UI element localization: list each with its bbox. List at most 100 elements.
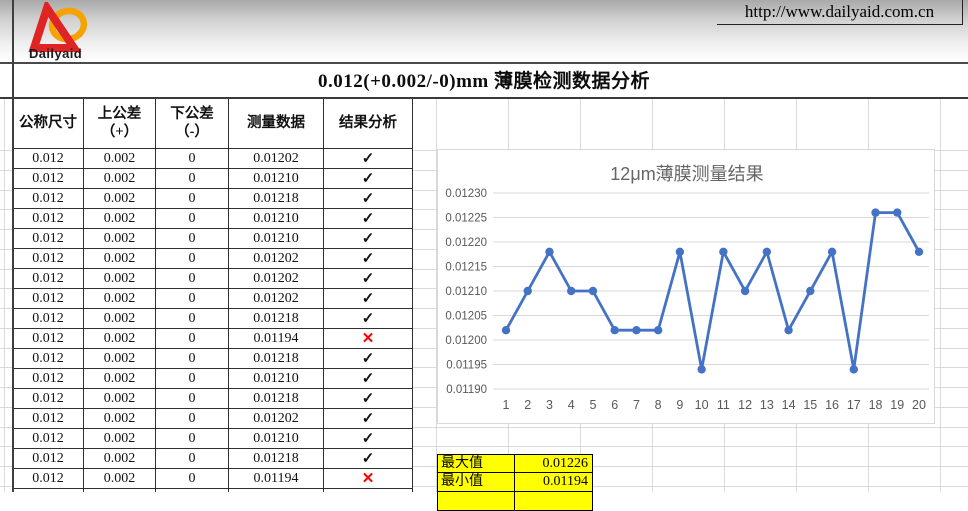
data-point-marker — [654, 326, 662, 334]
data-point-marker — [850, 365, 858, 373]
table-cell: 0 — [156, 449, 229, 469]
x-axis-tick: 19 — [890, 398, 904, 412]
data-point-marker — [741, 287, 749, 295]
result-cell: ✓ — [324, 189, 413, 209]
table-cell: 0.012 — [13, 169, 84, 189]
gridline — [412, 446, 968, 447]
table-row: 0.0120.00200.01210✓ — [13, 229, 413, 249]
gridline — [0, 466, 12, 467]
table-row: 0.0120.00200.01210✓ — [13, 169, 413, 189]
table-cell: 0.012 — [13, 349, 84, 369]
y-axis-tick: 0.01220 — [445, 237, 487, 249]
gridline — [0, 209, 12, 210]
result-cell: ✓ — [324, 369, 413, 389]
gridline — [0, 249, 12, 250]
header-band: Dailyaid http://www.dailyaid.com.cn — [0, 0, 968, 64]
x-axis-tick: 1 — [503, 398, 510, 412]
table-cell: 0.002 — [84, 409, 156, 429]
gridline — [0, 190, 12, 191]
table-cell — [229, 489, 324, 493]
stat-label: 最大值 — [437, 454, 514, 473]
table-cell: 0.002 — [84, 389, 156, 409]
table-cell: 0.012 — [13, 269, 84, 289]
table-cell: 0.01210 — [229, 229, 324, 249]
table-cell: 0.01202 — [229, 409, 324, 429]
x-axis-tick: 13 — [760, 398, 774, 412]
gridline — [0, 486, 12, 487]
table-row: 0.0120.00200.01202✓ — [13, 409, 413, 429]
table-cell: 0.01202 — [229, 249, 324, 269]
table-cell: 0 — [156, 469, 229, 489]
x-axis-tick: 9 — [676, 398, 683, 412]
table-cell: 0.01218 — [229, 349, 324, 369]
measurement-table-container: 公称尺寸上公差（+）下公差（-）测量数据结果分析 0.0120.00200.01… — [12, 97, 414, 492]
x-axis-tick: 8 — [655, 398, 662, 412]
table-row: 0.0120.00200.01210✓ — [13, 429, 413, 449]
table-row — [13, 489, 413, 493]
gridline — [0, 328, 12, 329]
x-axis-tick: 15 — [803, 398, 817, 412]
table-cell: 0 — [156, 349, 229, 369]
chart-title: 12μm薄膜测量结果 — [438, 160, 936, 186]
table-cell: 0 — [156, 369, 229, 389]
table-cell: 0.012 — [13, 149, 84, 169]
result-cell: ✓ — [324, 409, 413, 429]
table-cell: 0 — [156, 309, 229, 329]
table-cell: 0.01210 — [229, 369, 324, 389]
stat-label — [437, 492, 514, 511]
table-row: 0.0120.00200.01218✓ — [13, 389, 413, 409]
spreadsheet-screenshot: { "page": { "url": "http://www.dailyaid.… — [0, 0, 968, 492]
table-cell: 0.002 — [84, 229, 156, 249]
table-cell: 0.012 — [13, 189, 84, 209]
y-axis-tick: 0.01195 — [446, 360, 487, 372]
x-axis-tick: 10 — [695, 398, 709, 412]
table-cell: 0.002 — [84, 169, 156, 189]
stat-row: 最小值0.01194 — [437, 473, 593, 492]
table-cell: 0.012 — [13, 409, 84, 429]
table-row: 0.0120.00200.01202✓ — [13, 289, 413, 309]
stat-row: 最大值0.01226 — [437, 454, 593, 473]
table-row: 0.0120.00200.01218✓ — [13, 189, 413, 209]
table-row: 0.0120.00200.01202✓ — [13, 269, 413, 289]
table-cell: 0.002 — [84, 149, 156, 169]
website-url[interactable]: http://www.dailyaid.com.cn — [717, 0, 963, 25]
column-header: 测量数据 — [229, 98, 324, 149]
y-axis-tick: 0.01230 — [445, 188, 487, 200]
table-cell: 0.002 — [84, 269, 156, 289]
data-point-marker — [915, 248, 923, 256]
stats-block: 最大值0.01226最小值0.01194 — [437, 454, 593, 511]
data-point-marker — [524, 287, 532, 295]
data-point-marker — [676, 248, 684, 256]
table-cell: 0.012 — [13, 449, 84, 469]
table-row: 0.0120.00200.01194✕ — [13, 469, 413, 489]
x-axis-tick: 7 — [633, 398, 640, 412]
y-axis-tick: 0.01205 — [445, 311, 487, 323]
table-cell: 0.002 — [84, 429, 156, 449]
table-cell: 0.01218 — [229, 449, 324, 469]
y-axis-tick: 0.01200 — [445, 335, 487, 347]
data-point-marker — [502, 326, 510, 334]
data-point-marker — [545, 248, 553, 256]
measurement-table-body: 0.0120.00200.01202✓0.0120.00200.01210✓0.… — [13, 149, 413, 493]
x-axis-tick: 3 — [546, 398, 553, 412]
gridline — [0, 229, 12, 230]
table-cell: 0 — [156, 209, 229, 229]
table-cell: 0 — [156, 389, 229, 409]
data-point-marker — [567, 287, 575, 295]
x-axis-tick: 11 — [717, 398, 730, 412]
gridline — [0, 170, 12, 171]
table-cell: 0 — [156, 329, 229, 349]
stat-label: 最小值 — [437, 473, 514, 492]
result-cell — [324, 489, 413, 493]
data-point-marker — [828, 248, 836, 256]
stat-value: 0.01194 — [514, 473, 593, 492]
x-axis-tick: 18 — [869, 398, 883, 412]
table-cell: 0.01210 — [229, 169, 324, 189]
y-axis-tick: 0.01190 — [446, 384, 487, 396]
table-cell: 0 — [156, 429, 229, 449]
line-chart-plot: 0.012300.012250.012200.012150.012100.012… — [438, 150, 936, 425]
gridline — [0, 427, 12, 428]
table-cell: 0.01218 — [229, 189, 324, 209]
table-cell: 0.01194 — [229, 469, 324, 489]
table-row: 0.0120.00200.01194✕ — [13, 329, 413, 349]
